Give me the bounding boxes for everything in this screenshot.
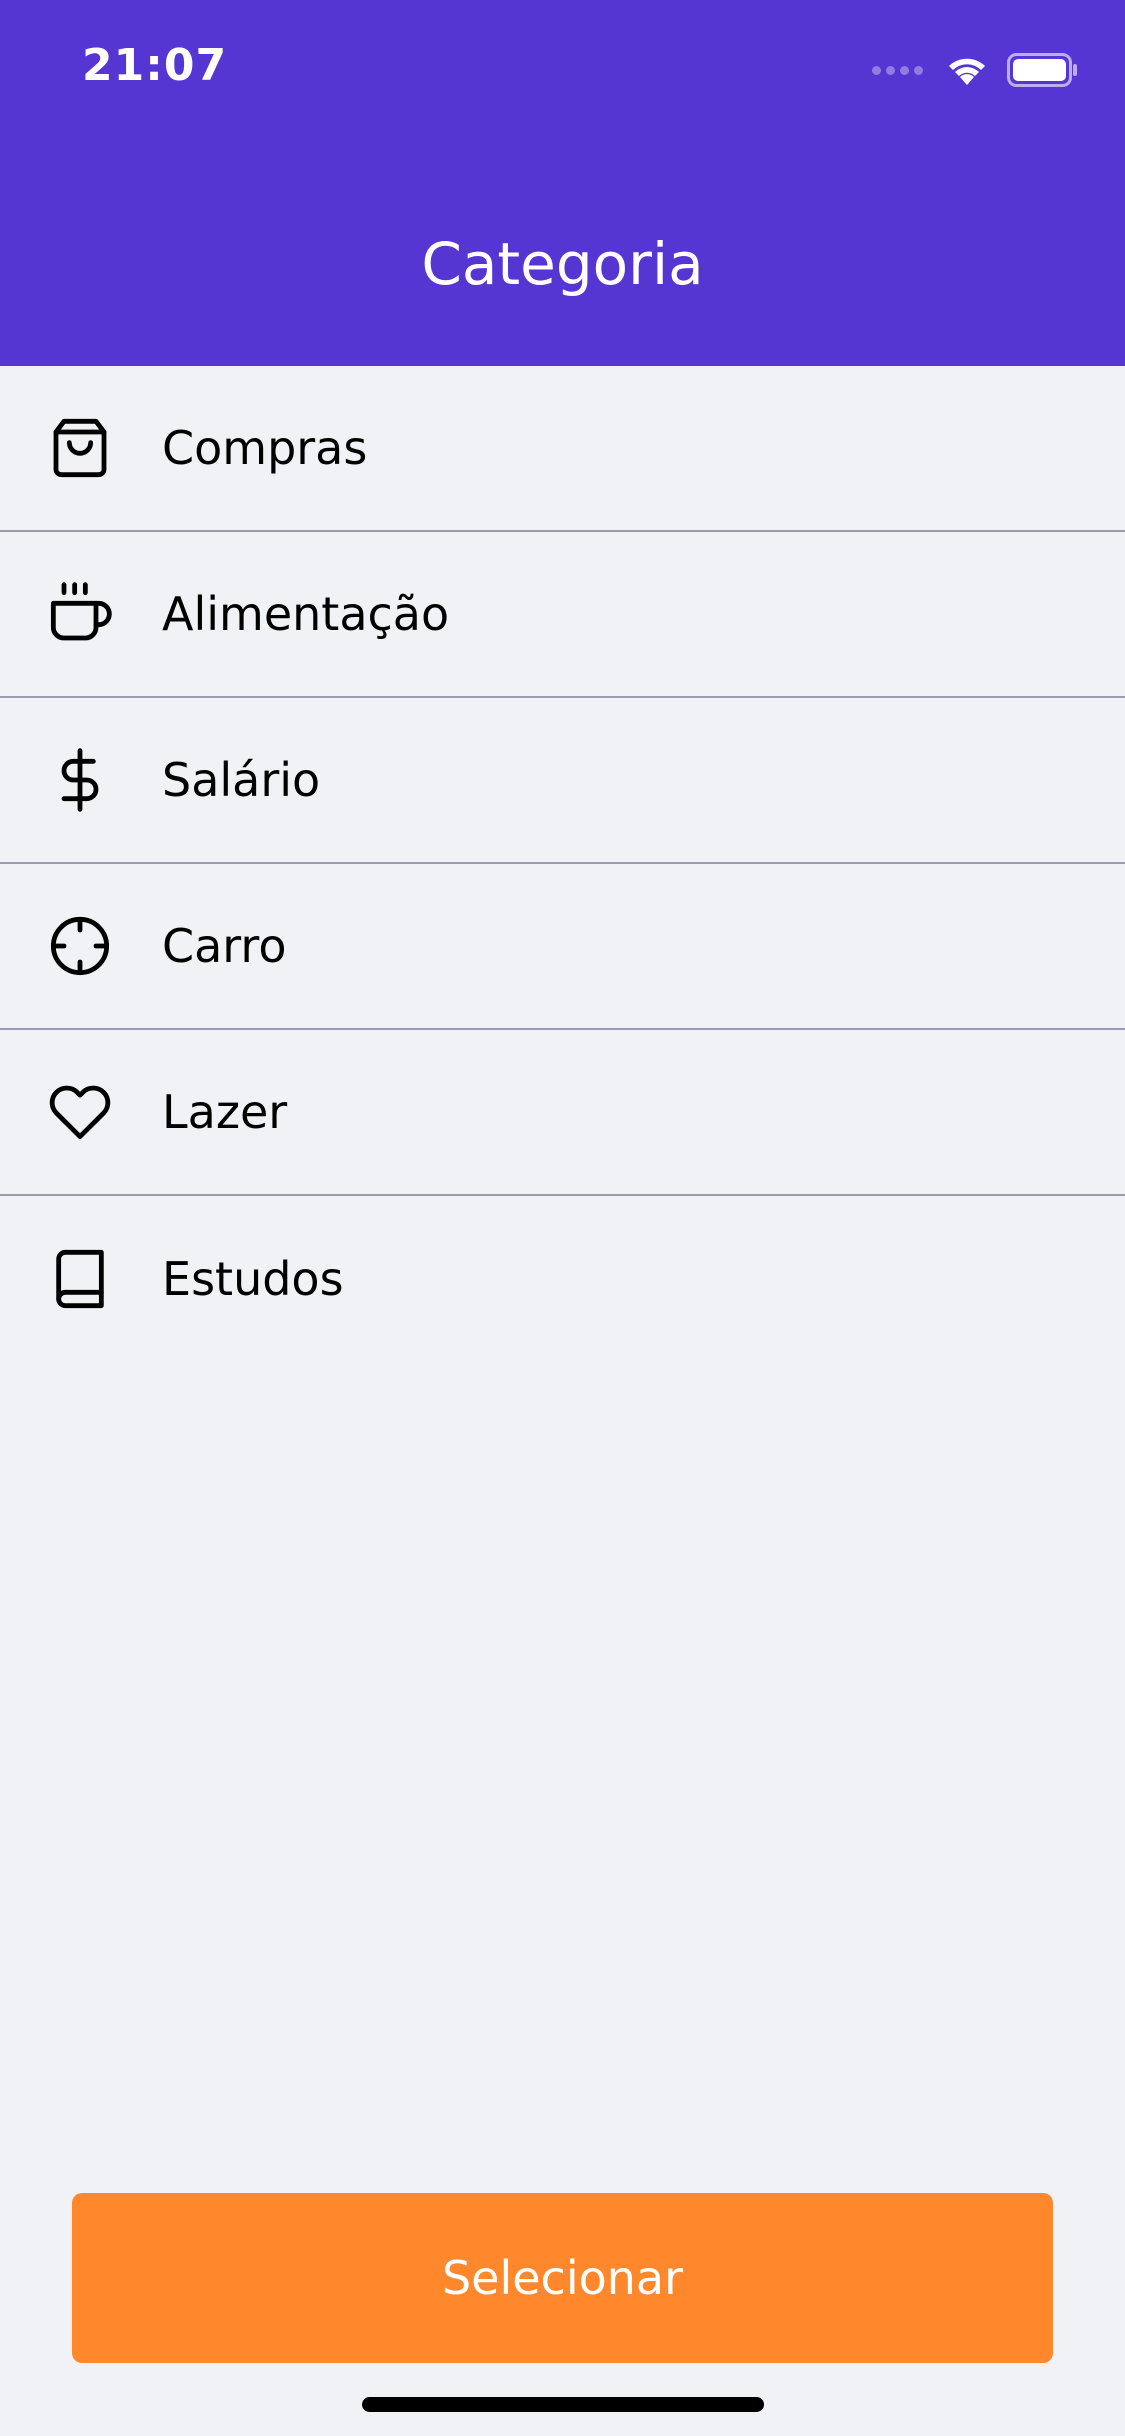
category-list: Compras Alimentação Salário Carro Lazer … xyxy=(0,366,1125,1362)
category-label: Estudos xyxy=(162,1252,344,1306)
battery-icon xyxy=(1007,53,1077,87)
cellular-signal-icon xyxy=(872,65,923,75)
category-item-estudos[interactable]: Estudos xyxy=(0,1196,1125,1362)
dollar-sign-icon xyxy=(48,748,112,812)
status-time: 21:07 xyxy=(82,40,228,91)
category-label: Carro xyxy=(162,919,287,973)
select-button[interactable]: Selecionar xyxy=(72,2193,1053,2363)
category-label: Compras xyxy=(162,421,368,475)
heart-icon xyxy=(48,1080,112,1144)
coffee-icon xyxy=(48,582,112,646)
category-label: Salário xyxy=(162,753,321,807)
shopping-bag-icon xyxy=(48,416,112,480)
category-label: Alimentação xyxy=(162,587,450,641)
category-item-carro[interactable]: Carro xyxy=(0,864,1125,1030)
crosshair-icon xyxy=(48,914,112,978)
category-item-salario[interactable]: Salário xyxy=(0,698,1125,864)
header: 21:07 Categoria xyxy=(0,0,1125,366)
category-item-alimentacao[interactable]: Alimentação xyxy=(0,532,1125,698)
book-icon xyxy=(48,1247,112,1311)
category-item-compras[interactable]: Compras xyxy=(0,366,1125,532)
category-item-lazer[interactable]: Lazer xyxy=(0,1030,1125,1196)
category-label: Lazer xyxy=(162,1085,288,1139)
status-icons xyxy=(872,50,1079,90)
page-title: Categoria xyxy=(421,230,704,298)
home-indicator[interactable] xyxy=(362,2397,764,2412)
wifi-icon xyxy=(949,58,985,85)
